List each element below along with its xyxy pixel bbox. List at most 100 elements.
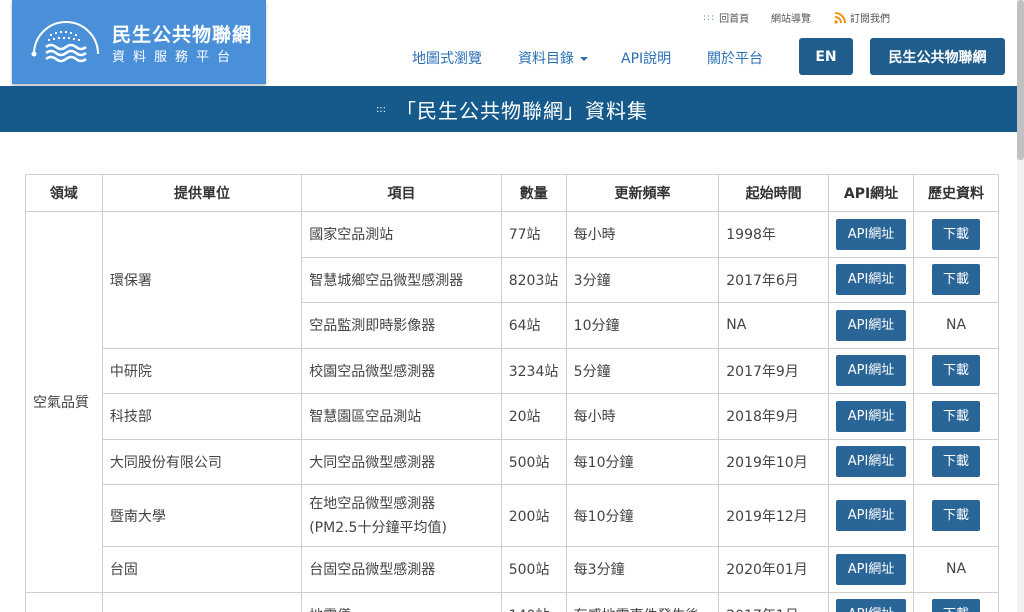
unit-cell: 台固 (101, 546, 303, 593)
download-button[interactable]: 下載 (932, 264, 981, 296)
logo-subtitle: 資料服務平台 (112, 50, 239, 65)
frequency-cell: 每10分鐘 (565, 484, 720, 547)
dataset-table: 領域 提供單位 項目 數量 更新頻率 起始時間 API網址 歷史資料 空氣品質 … (25, 174, 999, 612)
count-cell: 500站 (500, 546, 567, 593)
header-api: API網址 (828, 174, 915, 212)
start-cell: 2017年6月 (718, 256, 830, 303)
api-button[interactable]: API網址 (836, 309, 907, 341)
count-cell: 64站 (500, 302, 567, 349)
item-link[interactable]: 地震儀 (301, 591, 502, 612)
item-link[interactable]: 空品監測即時影像器 (301, 302, 502, 349)
download-button[interactable]: 下載 (932, 500, 981, 531)
scrollbar-thumb[interactable] (1017, 0, 1024, 160)
item-link-line2: (PM2.5十分鐘平均值) (309, 519, 447, 536)
frequency-cell: 3分鐘 (565, 256, 720, 303)
unit-cell: 大同股份有限公司 (101, 438, 303, 485)
api-button[interactable]: API網址 (836, 264, 907, 296)
scrollbar[interactable] (1017, 0, 1024, 612)
unit-cell: 暨南大學 (101, 484, 303, 547)
count-cell: 77站 (500, 211, 567, 258)
download-button[interactable]: 下載 (932, 599, 981, 612)
caret-down-icon (580, 57, 588, 61)
table-header-row: 領域 提供單位 項目 數量 更新頻率 起始時間 API網址 歷史資料 (25, 174, 999, 212)
start-cell: NA (718, 302, 830, 349)
frequency-cell: 10分鐘 (565, 302, 720, 349)
table-row: 地震儀 140站 有感地震事件發生後 2017年1月 API網址 下載 (25, 591, 999, 612)
logo-mark-icon (31, 21, 99, 63)
download-button[interactable]: 下載 (932, 218, 981, 250)
portal-button[interactable]: 民生公共物聯網 (870, 38, 1005, 75)
start-cell: 2017年9月 (718, 347, 830, 394)
api-button[interactable]: API網址 (836, 355, 907, 387)
count-cell: 140站 (500, 591, 567, 612)
table-row: 暨南大學 在地空品微型感測器 (PM2.5十分鐘平均值) 200站 每10分鐘 … (26, 484, 999, 547)
table-row: 大同股份有限公司 大同空品微型感測器 500站 每10分鐘 2019年10月 A… (26, 438, 999, 485)
count-cell: 3234站 (500, 347, 567, 394)
frequency-cell: 每小時 (565, 211, 720, 258)
sitemap-link[interactable]: 網站導覽 (771, 10, 811, 25)
item-link[interactable]: 國家空品測站 (301, 211, 502, 258)
download-button[interactable]: 下載 (932, 446, 981, 478)
logo-title: 民生公共物聯網 (112, 24, 253, 46)
start-cell: 2018年9月 (718, 393, 830, 440)
frequency-cell: 每小時 (565, 393, 720, 440)
nav-catalog-label: 資料目錄 (518, 51, 574, 67)
item-link[interactable]: 大同空品微型感測器 (301, 438, 502, 485)
nav-catalog[interactable]: 資料目錄 (518, 48, 588, 68)
bullet-icon: ::: (375, 103, 387, 115)
unit-cell: 環保署 (101, 211, 303, 349)
domain-cell: 空氣品質 (25, 211, 103, 593)
frequency-cell: 每10分鐘 (565, 438, 720, 485)
item-link[interactable]: 校園空品微型感測器 (301, 347, 502, 394)
english-button[interactable]: EN (799, 38, 853, 75)
unit-cell: 科技部 (101, 393, 303, 440)
frequency-cell: 有感地震事件發生後 (565, 591, 720, 612)
api-button[interactable]: API網址 (836, 446, 907, 478)
start-cell: 2020年01月 (718, 546, 830, 593)
header-history: 歷史資料 (913, 174, 999, 212)
api-button[interactable]: API網址 (836, 599, 907, 612)
subscribe-link-label: 訂閱我們 (850, 14, 890, 25)
api-button[interactable]: API網址 (836, 553, 907, 585)
history-na: NA (913, 546, 999, 593)
subscribe-link[interactable]: 訂閱我們 (834, 10, 890, 25)
table-row: 台固 台固空品微型感測器 500站 每3分鐘 2020年01月 API網址 NA (26, 546, 999, 593)
frequency-cell: 每3分鐘 (565, 546, 720, 593)
item-link[interactable]: 智慧城鄉空品微型感測器 (301, 256, 502, 303)
home-link[interactable]: ::: 回首頁 (703, 10, 750, 26)
bullet-icon: ::: (703, 12, 716, 23)
header-domain: 領域 (25, 174, 103, 212)
table-row: 空氣品質 環保署 國家空品測站 77站 每小時 1998年 API網址 下載 (25, 211, 999, 593)
start-cell: 2017年1月 (718, 591, 830, 612)
header-item: 項目 (301, 174, 502, 212)
nav-api-doc[interactable]: API說明 (621, 48, 671, 68)
item-link[interactable]: 在地空品微型感測器 (PM2.5十分鐘平均值) (301, 484, 502, 547)
count-cell: 20站 (500, 393, 567, 440)
unit-cell: 中研院 (101, 347, 303, 394)
item-link-line1: 在地空品微型感測器 (309, 495, 436, 512)
count-cell: 8203站 (500, 256, 567, 303)
nav-about[interactable]: 關於平台 (707, 48, 763, 68)
header-frequency: 更新頻率 (565, 174, 720, 212)
site-logo[interactable]: 民生公共物聯網 資料服務平台 (12, 0, 266, 84)
home-link-label: 回首頁 (719, 14, 750, 25)
nav-map-view[interactable]: 地圖式瀏覽 (412, 48, 482, 68)
item-link[interactable]: 台固空品微型感測器 (301, 546, 502, 593)
api-button[interactable]: API網址 (836, 500, 907, 531)
domain-cell (25, 591, 103, 612)
count-cell: 500站 (500, 438, 567, 485)
start-cell: 1998年 (718, 211, 830, 258)
header-start-time: 起始時間 (718, 174, 830, 212)
api-button[interactable]: API網址 (836, 400, 907, 432)
download-button[interactable]: 下載 (932, 400, 981, 432)
frequency-cell: 5分鐘 (565, 347, 720, 394)
sitemap-link-label: 網站導覽 (771, 14, 811, 25)
header-unit: 提供單位 (101, 174, 303, 212)
start-cell: 2019年10月 (718, 438, 830, 485)
page-banner: ::: 「民生公共物聯網」資料集 (0, 86, 1024, 132)
table-row: 中研院 校園空品微型感測器 3234站 5分鐘 2017年9月 API網址 下載 (26, 347, 999, 394)
download-button[interactable]: 下載 (932, 355, 981, 387)
item-link[interactable]: 智慧園區空品測站 (301, 393, 502, 440)
api-button[interactable]: API網址 (836, 218, 907, 250)
rss-icon (834, 11, 846, 24)
